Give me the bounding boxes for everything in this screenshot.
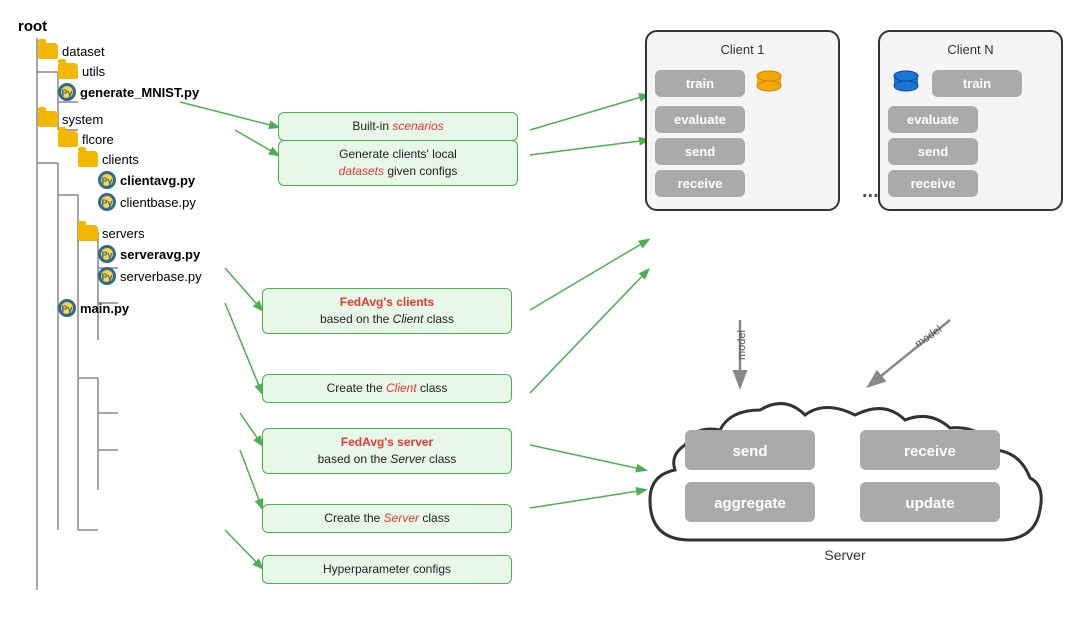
- folder-icon-servers: [78, 225, 98, 241]
- python-icon-clientbase: Py: [98, 193, 116, 211]
- svg-text:update: update: [905, 495, 954, 512]
- svg-text:Py: Py: [61, 304, 72, 314]
- system-label: system: [62, 112, 103, 127]
- client1-methods: train evaluate send receive: [655, 65, 830, 197]
- clientN-evaluate: evaluate: [888, 106, 978, 133]
- flcore-label: flcore: [82, 132, 114, 147]
- python-icon-serverbase: Py: [98, 267, 116, 285]
- svg-text:Py: Py: [101, 272, 112, 282]
- database-icon-orange: [751, 65, 787, 101]
- clientN-train-row: train: [888, 65, 1053, 101]
- clientN-train: train: [932, 70, 1022, 97]
- built-in-scenarios-box: Built-in scenarios: [278, 112, 518, 141]
- python-icon-generate: Py: [58, 83, 76, 101]
- create-server-box: Create the Server class: [262, 504, 512, 533]
- fedavg-clients-box: FedAvg's clients based on the Client cla…: [262, 288, 512, 334]
- svg-text:Server: Server: [824, 547, 866, 563]
- file-tree: root dataset utils Py generate_MNIST.py …: [18, 18, 278, 317]
- client1-train-row: train: [655, 65, 830, 101]
- client1-train: train: [655, 70, 745, 97]
- hyperparameter-box: Hyperparameter configs: [262, 555, 512, 584]
- client1-evaluate: evaluate: [655, 106, 745, 133]
- svg-text:aggregate: aggregate: [714, 495, 786, 512]
- svg-text:Py: Py: [101, 250, 112, 260]
- python-icon-clientavg: Py: [98, 171, 116, 189]
- create-client-box: Create the Client class: [262, 374, 512, 403]
- generate-clients-box: Generate clients' localdatasets given co…: [278, 140, 518, 186]
- client1-title: Client 1: [655, 42, 830, 57]
- dataset-label: dataset: [62, 44, 105, 59]
- svg-text:Py: Py: [101, 176, 112, 186]
- client1-evaluate-row: evaluate: [655, 106, 830, 133]
- clientN-evaluate-row: evaluate: [888, 106, 1053, 133]
- main-label: main.py: [80, 301, 129, 316]
- svg-text:Py: Py: [101, 198, 112, 208]
- dots-separator: ...: [862, 180, 879, 203]
- root-label: root: [18, 18, 47, 35]
- server-cloud: send receive aggregate update Server: [630, 370, 1060, 580]
- folder-icon-system: [38, 111, 58, 127]
- client1-receive: receive: [655, 170, 745, 197]
- clientN-send-row: send: [888, 138, 1053, 165]
- python-icon-main: Py: [58, 299, 76, 317]
- svg-text:model: model: [736, 330, 748, 360]
- svg-text:Py: Py: [61, 88, 72, 98]
- servers-label: servers: [102, 226, 145, 241]
- clientbase-label: clientbase.py: [120, 195, 196, 210]
- clients-label: clients: [102, 152, 139, 167]
- folder-icon: [38, 43, 58, 59]
- clientN-title: Client N: [888, 42, 1053, 57]
- folder-icon-clients: [78, 151, 98, 167]
- folder-icon-flcore: [58, 131, 78, 147]
- client1-send-row: send: [655, 138, 830, 165]
- clientN-send: send: [888, 138, 978, 165]
- clientN-receive: receive: [888, 170, 978, 197]
- clientN-container: Client N train evaluate send receive: [878, 30, 1063, 211]
- svg-text:send: send: [732, 443, 767, 460]
- serverbase-label: serverbase.py: [120, 269, 202, 284]
- svg-text:receive: receive: [904, 443, 956, 460]
- database-icon-blue: [888, 65, 924, 101]
- python-icon-serveravg: Py: [98, 245, 116, 263]
- svg-text:model: model: [913, 323, 944, 350]
- folder-icon-utils: [58, 63, 78, 79]
- client1-receive-row: receive: [655, 170, 830, 197]
- generate-mnist-label: generate_MNIST.py: [80, 85, 199, 100]
- clientN-methods: train evaluate send receive: [888, 65, 1053, 197]
- utils-label: utils: [82, 64, 105, 79]
- clientN-receive-row: receive: [888, 170, 1053, 197]
- clientavg-label: clientavg.py: [120, 173, 195, 188]
- serveravg-label: serveravg.py: [120, 247, 200, 262]
- fedavg-server-box: FedAvg's server based on the Server clas…: [262, 428, 512, 474]
- client1-container: Client 1 train evaluate send receive: [645, 30, 840, 211]
- client1-send: send: [655, 138, 745, 165]
